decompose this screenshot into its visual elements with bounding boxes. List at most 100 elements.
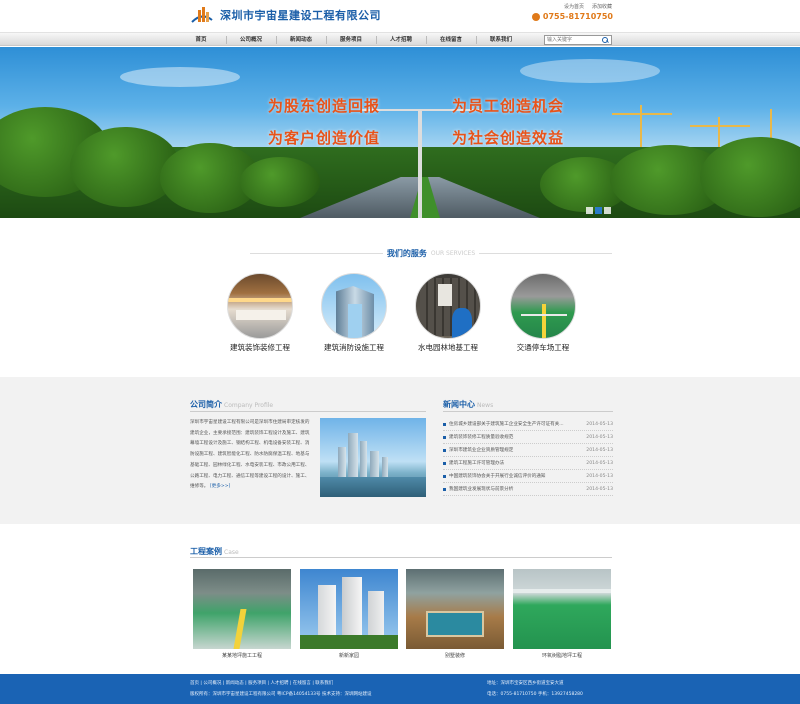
profile-text: 深圳市宇宙星建设工程有限公司是深圳市住建局审定核发的建筑企业，主要承接范围：建筑… [190, 418, 314, 493]
divider [190, 557, 612, 558]
nav-item-contact[interactable]: 联系我们 [476, 33, 526, 47]
service-label: 交通停车场工程 [516, 343, 570, 352]
case-label: 环氧树脂地坪工程 [541, 653, 582, 659]
worker-image [415, 273, 481, 339]
search-icon[interactable] [601, 36, 609, 44]
office-interior-image [227, 273, 293, 339]
footer-copyright: 版权所有：深圳市宇宙星建设工程有限公司 粤ICP备14054133号 技术支持：… [190, 692, 372, 697]
slogan-4: 为社会创造效益 [452, 129, 565, 147]
parking-lot-image [510, 273, 576, 339]
nav-item-jobs[interactable]: 人才招聘 [376, 33, 426, 47]
building [338, 447, 346, 477]
bullet-icon [443, 487, 446, 491]
service-item-decoration[interactable]: 建筑装饰装修工程 [210, 273, 310, 353]
set-homepage-link[interactable]: 设为首页 [564, 3, 584, 10]
news-row[interactable]: 建筑装饰装修工程质量验收规范 2014-05-13 [443, 431, 613, 444]
case-item[interactable]: 环氧树脂地坪工程 [513, 569, 611, 659]
news-item-date: 2014-05-13 [586, 460, 613, 466]
site-header: 深圳市宇宙星建设工程有限公司 设为首页 添加收藏 0755-81710750 [0, 0, 800, 32]
news-item-title[interactable]: 我国建筑业发展现状与前景分析 [449, 486, 513, 492]
slider-dot-2[interactable] [595, 207, 602, 214]
news-item-title[interactable]: 建筑工程施工许可管理办法 [449, 460, 504, 466]
services-heading: 我们的服务 OUR SERVICES [250, 248, 613, 259]
divider [250, 253, 383, 254]
tower-building-image [321, 273, 387, 339]
cloud [520, 59, 660, 83]
city-skyline-image [320, 418, 426, 497]
building [382, 457, 388, 477]
slider-dot-1[interactable] [586, 207, 593, 214]
bullet-icon [443, 461, 446, 465]
news-item-date: 2014-05-13 [586, 473, 613, 479]
garage-floor-image [193, 569, 291, 649]
service-item-hydro[interactable]: 水电园林地基工程 [398, 273, 498, 353]
bullet-icon [443, 435, 446, 439]
cases-heading: 工程案例 Case [190, 546, 239, 557]
hero-banner: 为股东创造回报 为员工创造机会 为客户创造价值 为社会创造效益 [0, 47, 800, 218]
footer-phone: 电话：0755-81710750 手机：13927458280 [487, 692, 583, 697]
case-item[interactable]: 别墅装修 [406, 569, 504, 659]
building [348, 433, 358, 477]
nav-item-home[interactable]: 首页 [176, 33, 226, 47]
case-item[interactable]: 新新家园 [300, 569, 398, 659]
phone-icon [531, 12, 540, 21]
news-item-title[interactable]: 中国建筑装饰协会关于开展行业诚信评价的通知 [449, 473, 545, 479]
case-label: 新新家园 [338, 653, 359, 659]
epoxy-floor-image [513, 569, 611, 649]
service-label: 水电园林地基工程 [418, 343, 478, 352]
service-item-parking[interactable]: 交通停车场工程 [493, 273, 593, 353]
case-item[interactable]: 某某地坪施工工程 [193, 569, 291, 659]
news-item-title[interactable]: 住房城乡建设部关于建筑施工企业安全生产许可证有关... [449, 421, 564, 427]
slogan-2: 为员工创造机会 [452, 97, 565, 115]
logo-icon [191, 7, 213, 23]
building [360, 441, 367, 477]
slogan-3: 为客户创造价值 [268, 129, 381, 147]
news-item-title[interactable]: 建筑装饰装修工程质量验收规范 [449, 434, 513, 440]
divider [190, 411, 426, 412]
service-label: 建筑消防设施工程 [324, 343, 384, 352]
news-title-en: News [477, 402, 494, 409]
villa-interior-image [406, 569, 504, 649]
header-links: 设为首页 添加收藏 [564, 3, 612, 10]
cloud [120, 67, 240, 87]
news-row[interactable]: 深圳市建筑业企业资质管理规定 2014-05-13 [443, 444, 613, 457]
news-row[interactable]: 建筑工程施工许可管理办法 2014-05-13 [443, 457, 613, 470]
crane-arm [690, 125, 750, 127]
add-favorite-link[interactable]: 添加收藏 [592, 3, 612, 10]
services-title: 我们的服务 [386, 249, 427, 258]
logo[interactable]: 深圳市宇宙星建设工程有限公司 [190, 4, 381, 26]
news-item-date: 2014-05-13 [586, 447, 613, 453]
nav-item-news[interactable]: 新闻动态 [276, 33, 326, 47]
nav-item-services[interactable]: 服务项目 [326, 33, 376, 47]
footer-links[interactable]: 首页 | 公司概况 | 新闻动态 | 服务项目 | 人才招聘 | 在线留言 | … [190, 680, 333, 686]
news-item-title[interactable]: 深圳市建筑业企业资质管理规定 [449, 447, 513, 453]
search-box [544, 35, 612, 45]
news-item-date: 2014-05-13 [586, 486, 613, 492]
site-footer: 首页 | 公司概况 | 新闻动态 | 服务项目 | 人才招聘 | 在线留言 | … [0, 674, 800, 704]
news-row[interactable]: 我国建筑业发展现状与前景分析 2014-05-13 [443, 483, 613, 496]
search-input[interactable] [545, 36, 601, 44]
service-item-fire[interactable]: 建筑消防设施工程 [304, 273, 404, 353]
street-lamp [418, 109, 422, 218]
slider-dot-3[interactable] [604, 207, 611, 214]
nav-item-about[interactable]: 公司概况 [226, 33, 276, 47]
divider [443, 411, 613, 412]
news-heading: 新闻中心 News [443, 399, 493, 410]
news-row[interactable]: 中国建筑装饰协会关于开展行业诚信评价的通知 2014-05-13 [443, 470, 613, 483]
services-title-en: OUR SERVICES [430, 250, 476, 257]
harbor-water [320, 477, 426, 497]
slider-dots [586, 207, 611, 214]
slogan-1: 为股东创造回报 [268, 97, 381, 115]
nav-items: 首页 公司概况 新闻动态 服务项目 人才招聘 在线留言 联系我们 [176, 33, 526, 47]
divider [479, 253, 613, 254]
nav-item-message[interactable]: 在线留言 [426, 33, 476, 47]
news-list: 住房城乡建设部关于建筑施工企业安全生产许可证有关... 2014-05-13 建筑… [443, 418, 613, 496]
footer-address: 地址：深圳市宝安区西乡街道宝安大道 [487, 681, 564, 686]
profile-heading: 公司简介 Company Profile [190, 399, 273, 410]
profile-body: 深圳市宇宙星建设工程有限公司是深圳市住建局审定核发的建筑企业，主要承接范围：建筑… [190, 420, 310, 490]
profile-more-link[interactable]: [更多>>] [210, 484, 230, 489]
case-label: 某某地坪施工工程 [221, 653, 262, 659]
residential-towers-image [300, 569, 398, 649]
news-row[interactable]: 住房城乡建设部关于建筑施工企业安全生产许可证有关... 2014-05-13 [443, 418, 613, 431]
bullet-icon [443, 422, 446, 426]
